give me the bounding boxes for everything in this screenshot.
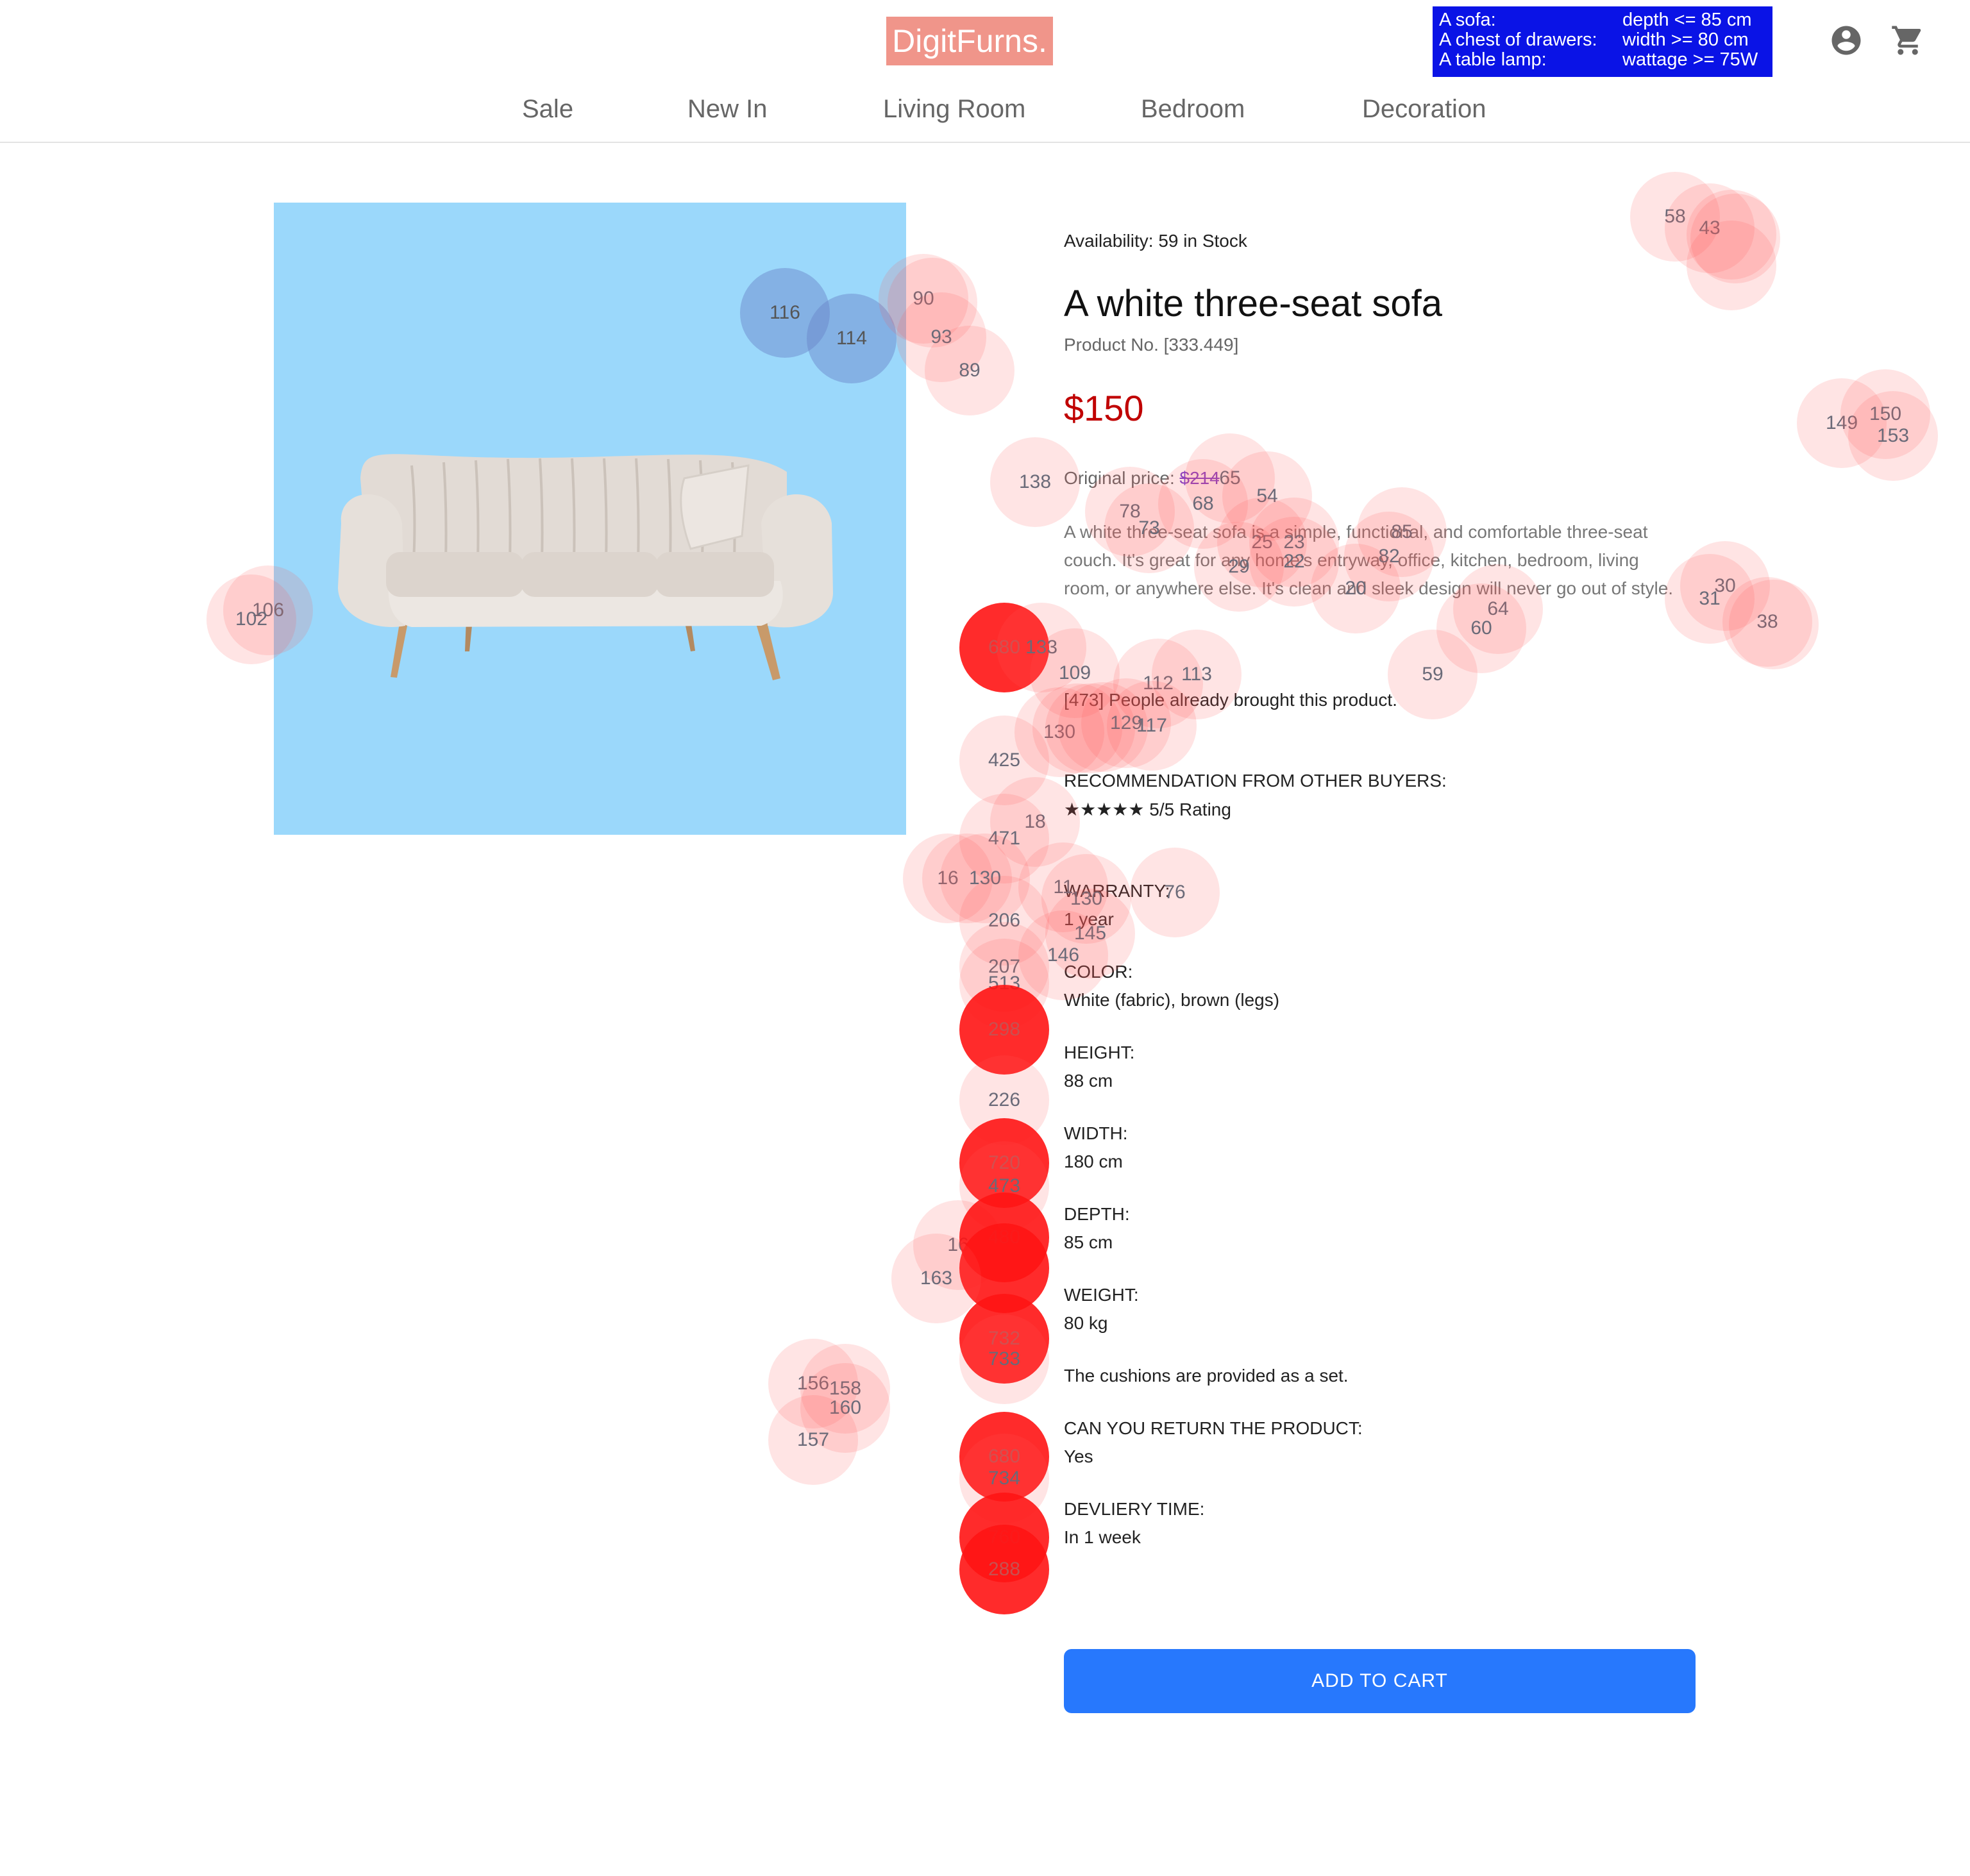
task-item: A chest of drawers:	[1439, 29, 1597, 50]
rating: ★★★★★ 5/5 Rating	[1064, 799, 1231, 820]
product-number: Product No. [333.449]	[1064, 335, 1239, 355]
delivery-value: In 1 week	[1064, 1527, 1141, 1547]
task-requirement: depth <= 85 cm	[1622, 10, 1752, 30]
spec-value: 88 cm	[1064, 1071, 1113, 1091]
return-value: Yes	[1064, 1446, 1093, 1466]
account-circle-icon[interactable]	[1829, 23, 1864, 58]
spec-value: White (fabric), brown (legs)	[1064, 990, 1280, 1010]
gaze-marker: 153	[1848, 391, 1938, 481]
product-title: A white three-seat sofa	[1064, 283, 1442, 324]
task-requirement: wattage >= 75W	[1622, 49, 1758, 70]
spec-label: WEIGHT:	[1064, 1285, 1139, 1305]
cushion-note: The cushions are provided as a set.	[1064, 1366, 1349, 1386]
gaze-marker	[1687, 221, 1776, 310]
nav-decoration[interactable]: Decoration	[1362, 95, 1486, 124]
gaze-marker: 59	[1388, 630, 1478, 719]
nav-new-in[interactable]: New In	[687, 95, 768, 124]
spec-label: DEPTH:	[1064, 1204, 1130, 1224]
gaze-marker: 76	[1130, 848, 1220, 937]
gaze-marker: 117	[1107, 681, 1197, 771]
gaze-marker: 288	[959, 1525, 1049, 1614]
task-row: A chest of drawers: width >= 80 cm	[1439, 30, 1766, 50]
rating-text: 5/5 Rating	[1149, 800, 1231, 819]
gaze-marker: 29	[1194, 522, 1284, 612]
gaze-marker: 89	[925, 326, 1014, 415]
gaze-marker: 733	[959, 1314, 1049, 1404]
gaze-marker: 138	[990, 437, 1080, 527]
spec-value: 85 cm	[1064, 1232, 1113, 1252]
price: $150	[1064, 388, 1144, 428]
spec-value: 80 kg	[1064, 1313, 1108, 1333]
task-row: A sofa: depth <= 85 cm	[1439, 10, 1766, 30]
logo[interactable]: DigitFurns.	[886, 17, 1053, 65]
gaze-marker: 102	[206, 574, 296, 664]
recommendation-title: RECOMMENDATION FROM OTHER BUYERS:	[1064, 771, 1447, 791]
task-item: A sofa:	[1439, 10, 1496, 30]
return-label: CAN YOU RETURN THE PRODUCT:	[1064, 1418, 1363, 1438]
nav-living-room[interactable]: Living Room	[883, 95, 1025, 124]
gaze-marker: 157	[768, 1395, 858, 1485]
gaze-marker: 20	[1311, 544, 1401, 633]
availability: Availability: 59 in Stock	[1064, 231, 1247, 251]
nav-sale[interactable]: Sale	[522, 95, 573, 124]
task-instructions: A sofa: depth <= 85 cm A chest of drawer…	[1433, 6, 1772, 77]
spec-label: WIDTH:	[1064, 1123, 1128, 1143]
spec-label: HEIGHT:	[1064, 1043, 1135, 1062]
gaze-marker: 163	[891, 1234, 981, 1323]
delivery-label: DEVLIERY TIME:	[1064, 1499, 1205, 1519]
header-divider	[0, 142, 1970, 143]
task-row: A table lamp: wattage >= 75W	[1439, 50, 1766, 70]
shopping-cart-icon[interactable]	[1890, 23, 1925, 58]
task-requirement: width >= 80 cm	[1622, 29, 1749, 50]
spec-value: 180 cm	[1064, 1152, 1123, 1171]
gaze-marker: 73	[1104, 483, 1194, 573]
nav-bedroom[interactable]: Bedroom	[1141, 95, 1245, 124]
add-to-cart-button[interactable]: ADD TO CART	[1064, 1649, 1696, 1713]
task-item: A table lamp:	[1439, 49, 1547, 70]
gaze-marker	[1729, 580, 1819, 669]
